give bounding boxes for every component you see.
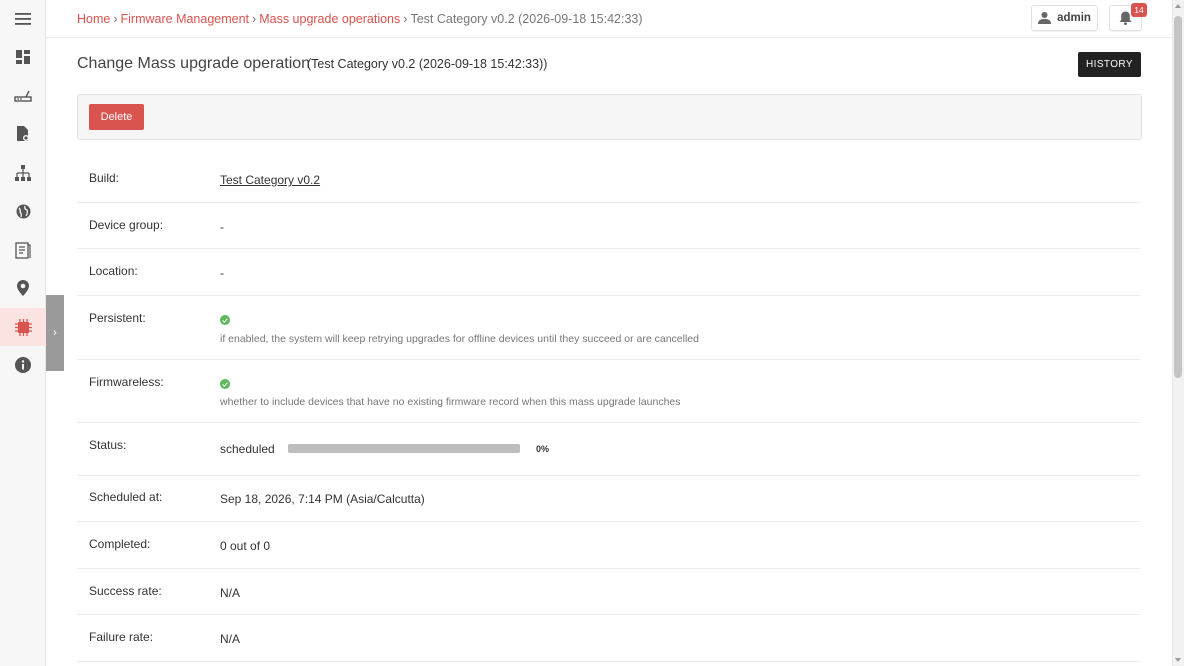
field-help-text: whether to include devices that have no … [220, 396, 681, 408]
field-label: Completed: [89, 537, 151, 551]
field-label: Location: [89, 264, 138, 278]
field-help-text: if enabled, the system will keep retryin… [220, 333, 699, 345]
history-button[interactable]: HISTORY [1078, 52, 1141, 77]
page-scrollbar[interactable] [1172, 0, 1184, 666]
user-icon [1038, 12, 1052, 24]
sidebar [0, 0, 46, 666]
field-value: Sep 18, 2026, 7:14 PM (Asia/Calcutta) [220, 492, 425, 506]
sidebar-item-reports[interactable] [0, 231, 46, 269]
scroll-up-arrow-icon[interactable] [1175, 4, 1181, 8]
chevron-right-icon: › [53, 327, 57, 339]
build-link[interactable]: Test Category v0.2 [220, 173, 320, 187]
sidebar-item-configurations[interactable] [0, 115, 46, 153]
notification-count-badge: 14 [1131, 3, 1147, 17]
delete-button[interactable]: Delete [89, 104, 144, 130]
page-subtitle: (Test Category v0.2 (2026-09-18 15:42:33… [307, 57, 548, 71]
breadcrumb: Home › Firmware Management › Mass upgrade op… [77, 12, 643, 26]
field-label: Scheduled at: [89, 490, 163, 504]
sidebar-item-dashboard[interactable] [0, 38, 46, 76]
breadcrumb-separator: › [252, 12, 257, 26]
hierarchy-icon [15, 165, 31, 181]
field-label: Failure rate: [89, 630, 154, 644]
field-value: N/A [220, 632, 241, 646]
top-header: Home › Firmware Management › Mass upgrade op… [46, 0, 1172, 38]
field-row-success-rate: Success rate: N/A [77, 569, 1140, 615]
field-value: - [220, 220, 224, 234]
scrollbar-thumb[interactable] [1174, 16, 1182, 378]
breadcrumb-mass-upgrade-operations[interactable]: Mass upgrade operations [259, 12, 400, 26]
menu-toggle-button[interactable] [0, 0, 46, 38]
field-label: Status: [89, 438, 127, 452]
page-title: Change Mass upgrade operation [77, 55, 311, 72]
field-row-build: Build: Test Category v0.2 [77, 155, 1140, 203]
check-icon [220, 379, 230, 389]
breadcrumb-separator: › [113, 12, 118, 26]
sidebar-expand-handle[interactable]: › [46, 295, 64, 371]
field-row-failure-rate: Failure rate: N/A [77, 615, 1140, 662]
document-list-icon [15, 241, 31, 259]
field-value: 0 out of 0 [220, 539, 271, 553]
field-label: Persistent: [89, 311, 146, 325]
status-value: scheduled [220, 442, 275, 456]
field-label: Firmwareless: [89, 375, 164, 389]
field-row-completed: Completed: 0 out of 0 [77, 522, 1140, 569]
chip-icon [14, 318, 32, 336]
field-label: Build: [89, 171, 120, 185]
field-row-status: Status: scheduled 0% [77, 423, 1140, 476]
sidebar-item-firmware[interactable] [0, 308, 46, 346]
hamburger-menu-icon [15, 13, 31, 25]
scroll-down-arrow-icon[interactable] [1175, 658, 1181, 662]
field-label: Device group: [89, 218, 164, 232]
sidebar-item-topology[interactable] [0, 154, 46, 192]
info-icon [15, 357, 31, 373]
breadcrumb-current: Test Category v0.2 (2026-09-18 15:42:33) [410, 12, 643, 26]
router-icon [14, 90, 32, 102]
field-row-location: Location: - [77, 249, 1140, 296]
status-progress-bar [288, 444, 520, 453]
progress-percent: 0% [536, 444, 550, 454]
breadcrumb-firmware-management[interactable]: Firmware Management [121, 12, 250, 26]
user-name: admin [1057, 12, 1091, 24]
user-menu-button[interactable]: admin [1031, 5, 1098, 31]
field-label: Success rate: [89, 584, 162, 598]
sidebar-item-network-devices[interactable] [0, 77, 46, 115]
field-row-persistent: Persistent: if enabled, the system will … [77, 296, 1140, 360]
field-row-firmwareless: Firmwareless: whether to include devices… [77, 360, 1140, 423]
location-pin-icon [17, 280, 29, 296]
detail-fields: Build: Test Category v0.2 Device group: … [77, 155, 1140, 662]
sidebar-item-locations[interactable] [0, 269, 46, 307]
field-row-scheduled-at: Scheduled at: Sep 18, 2026, 7:14 PM (Asi… [77, 476, 1140, 522]
globe-icon [16, 204, 30, 218]
field-value: - [220, 266, 224, 280]
field-row-device-group: Device group: - [77, 203, 1140, 249]
check-icon [220, 315, 230, 325]
file-settings-icon [17, 126, 29, 141]
object-tools-panel: Delete [77, 94, 1142, 140]
breadcrumb-separator: › [403, 12, 408, 26]
sidebar-item-geographic[interactable] [0, 192, 46, 230]
sidebar-item-info[interactable] [0, 346, 46, 384]
field-value: N/A [220, 586, 241, 600]
breadcrumb-home[interactable]: Home [77, 12, 110, 26]
dashboard-icon [16, 50, 30, 64]
